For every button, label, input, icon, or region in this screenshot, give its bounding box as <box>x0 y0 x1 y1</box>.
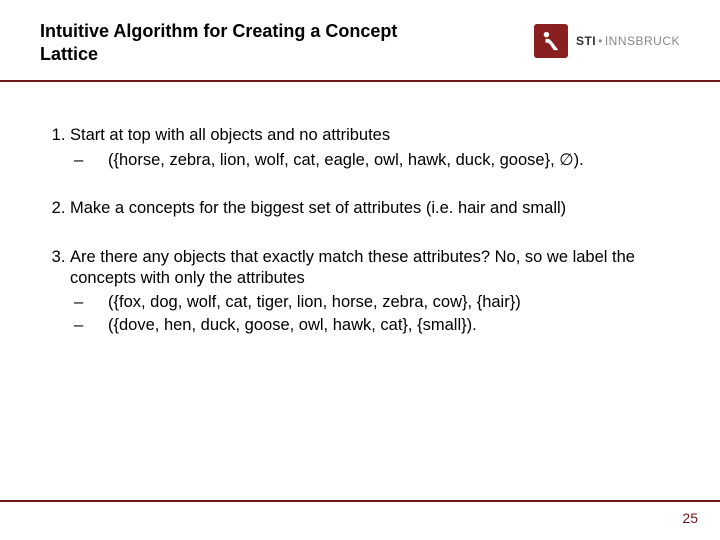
logo-icon <box>534 24 568 58</box>
sub-item: ({fox, dog, wolf, cat, tiger, lion, hors… <box>74 292 678 313</box>
logo-text-sti: STI <box>576 34 596 48</box>
logo: STI•INNSBRUCK <box>534 24 680 58</box>
header: Intuitive Algorithm for Creating a Conce… <box>40 20 680 75</box>
divider-bottom <box>0 500 720 502</box>
item-text: Start at top with all objects and no att… <box>70 126 390 144</box>
list-item: Are there any objects that exactly match… <box>70 247 678 336</box>
item-text: Make a concepts for the biggest set of a… <box>70 199 566 217</box>
content: Start at top with all objects and no att… <box>42 125 678 363</box>
slide: Intuitive Algorithm for Creating a Conce… <box>0 0 720 540</box>
list-item: Start at top with all objects and no att… <box>70 125 678 170</box>
page-number: 25 <box>682 510 698 526</box>
logo-text-inn: INNSBRUCK <box>605 34 680 48</box>
page-title: Intuitive Algorithm for Creating a Conce… <box>40 20 440 65</box>
divider-top <box>0 80 720 82</box>
sub-item: ({dove, hen, duck, goose, owl, hawk, cat… <box>74 315 678 336</box>
item-text: Are there any objects that exactly match… <box>70 248 635 287</box>
sub-item: ({horse, zebra, lion, wolf, cat, eagle, … <box>74 150 678 171</box>
logo-text: STI•INNSBRUCK <box>576 34 680 48</box>
list-item: Make a concepts for the biggest set of a… <box>70 198 678 219</box>
